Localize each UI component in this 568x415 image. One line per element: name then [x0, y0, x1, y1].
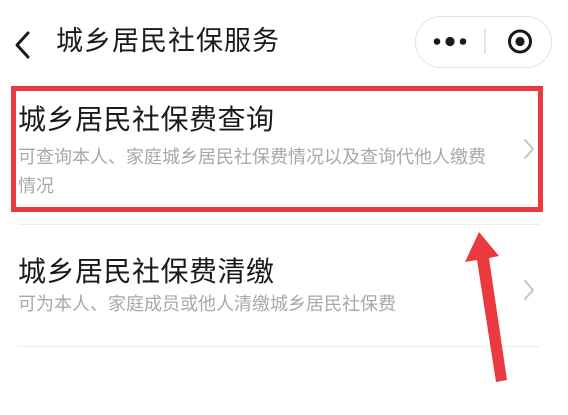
- target-close-icon: [508, 29, 532, 54]
- back-button[interactable]: [12, 28, 36, 62]
- more-button[interactable]: [416, 17, 484, 66]
- page-title: 城乡居民社保服务: [56, 26, 280, 57]
- item-description: 可为本人、家庭成员或他人清缴城乡居民社保费: [18, 294, 396, 315]
- list-item-fee-query[interactable]: 城乡居民社保费查询 可查询本人、家庭城乡居民社保费情况以及查询代他人缴费情况: [0, 86, 568, 212]
- chevron-right-icon: [524, 139, 534, 159]
- divider: [18, 224, 540, 225]
- item-title: 城乡居民社保费清缴: [18, 255, 275, 288]
- divider: [18, 346, 540, 347]
- page: 城乡居民社保服务 城乡居民社保费查询 可查询本人、家庭城乡居民社保费情况以及查询…: [0, 0, 568, 415]
- chevron-right-icon: [524, 280, 534, 300]
- chevron-left-icon: [15, 31, 30, 59]
- item-description: 可查询本人、家庭城乡居民社保费情况以及查询代他人缴费情况: [18, 147, 486, 197]
- nav-header: 城乡居民社保服务: [0, 0, 568, 80]
- list-item-fee-payment[interactable]: 城乡居民社保费清缴 可为本人、家庭成员或他人清缴城乡居民社保费: [0, 230, 568, 346]
- more-dots-icon: [433, 36, 467, 47]
- menu-capsule: [415, 16, 552, 68]
- item-title: 城乡居民社保费查询: [18, 103, 275, 136]
- close-button[interactable]: [486, 17, 550, 66]
